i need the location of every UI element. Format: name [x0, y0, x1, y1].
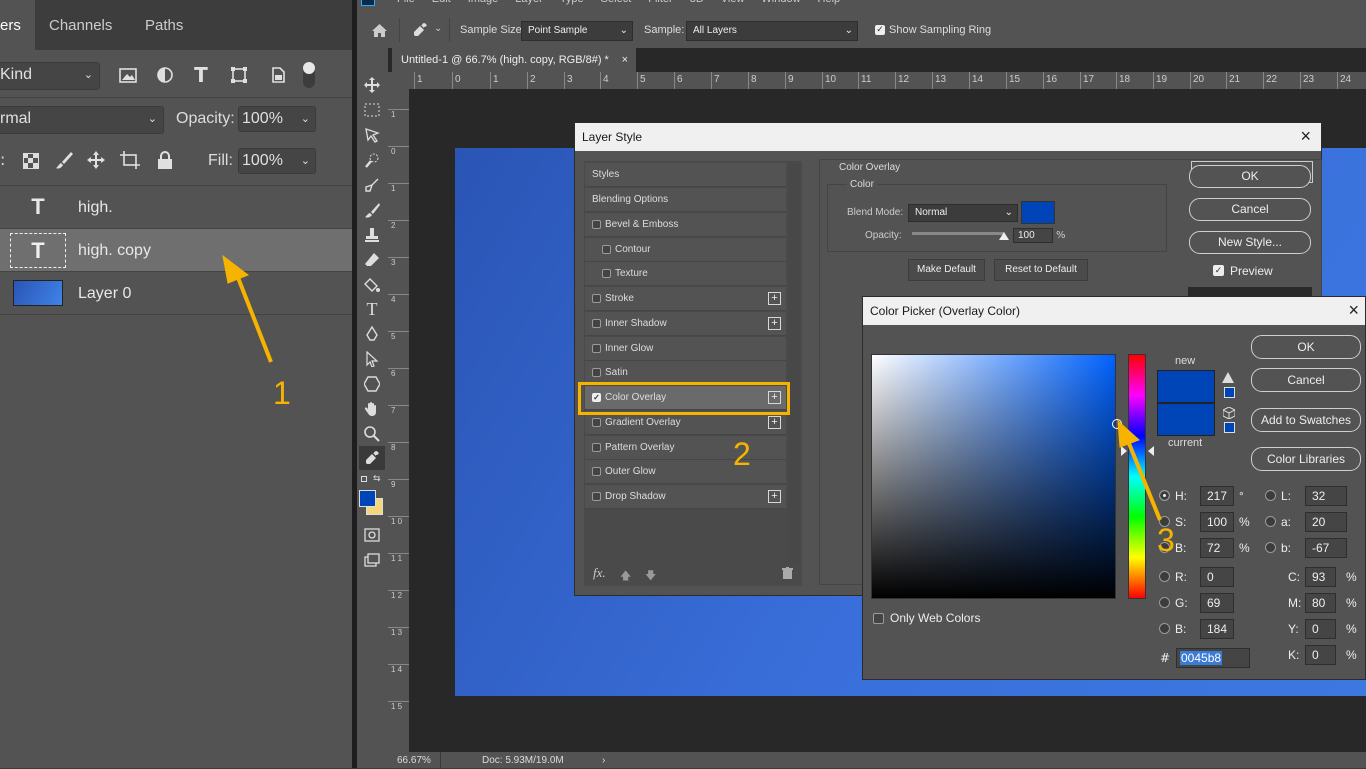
annotation-arrows [222, 254, 1162, 521]
annotation-number: 1 [273, 375, 291, 411]
annotation-number: 3 [1157, 522, 1175, 558]
annotation-number: 2 [733, 436, 751, 472]
